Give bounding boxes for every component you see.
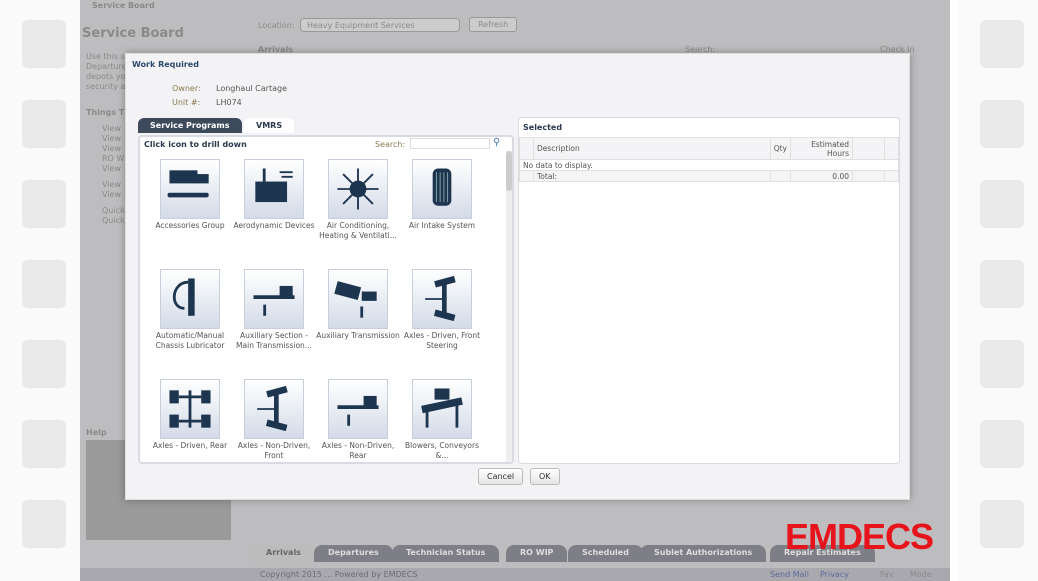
tab-service-programs[interactable]: Service Programs: [138, 118, 242, 133]
vmrs-item[interactable]: Blowers, Conveyors &...: [400, 379, 484, 461]
right-decor-strip: [958, 0, 1038, 581]
vmrs-item[interactable]: Axles - Driven, Rear: [148, 379, 232, 451]
truck-airflow-icon[interactable]: [244, 159, 304, 219]
dump-truck-icon[interactable]: [328, 269, 388, 329]
breadcrumb[interactable]: Service Board: [92, 1, 155, 10]
link[interactable]: View: [102, 124, 125, 134]
vmrs-item-label: Axles - Non-Driven, Rear: [321, 441, 395, 460]
selected-panel: Selected Description Qty Estimated Hours N…: [518, 117, 900, 464]
vmrs-item[interactable]: Air Intake System: [400, 159, 484, 231]
link[interactable]: View: [102, 144, 125, 154]
send-mail-link[interactable]: Send Mail: [770, 570, 809, 579]
vmrs-item-label: Axles - Driven, Front Steering: [403, 331, 481, 350]
location-value: Heavy Equipment Services: [307, 21, 415, 30]
col-estimated-hours[interactable]: Estimated Hours: [790, 137, 853, 160]
empty-message: No data to display.: [519, 159, 899, 171]
refresh-button[interactable]: Refresh: [469, 17, 518, 32]
vmrs-item[interactable]: Axles - Non-Driven, Rear: [316, 379, 400, 461]
help-title: Help: [86, 428, 107, 437]
left-decor-strip: [0, 0, 80, 581]
vmrs-item-label: Blowers, Conveyors &...: [405, 441, 479, 460]
owner-label: Owner:: [172, 84, 201, 93]
tab-arrivals[interactable]: Arrivals: [252, 545, 315, 562]
vmrs-panel: Click icon to drill down Search: ⚲ Acces…: [138, 135, 514, 464]
col-qty[interactable]: Qty: [769, 137, 792, 160]
search-icon[interactable]: ⚲: [493, 137, 500, 148]
footer-text: Copyright 2015 ... Powered by EMDECS: [260, 570, 418, 579]
dialog-title: Work Required: [132, 60, 199, 69]
link[interactable]: View: [102, 164, 125, 174]
vmrs-item-label: Automatic/Manual Chassis Lubricator: [155, 331, 225, 350]
ok-button[interactable]: OK: [530, 468, 560, 485]
tab-ro-wip[interactable]: RO WIP: [506, 545, 568, 562]
vmrs-item[interactable]: Axles - Driven, Front Steering: [400, 269, 484, 351]
tab-sublet-authorizations[interactable]: Sublet Authorizations: [640, 545, 767, 562]
owner-value: Longhaul Cartage: [216, 84, 287, 93]
tractor-arrow-icon[interactable]: [244, 269, 304, 329]
vmrs-item-label: Auxiliary Section - Main Transmission...: [236, 331, 312, 350]
privacy-link[interactable]: Privacy: [820, 570, 849, 579]
link[interactable]: Quick: [102, 216, 125, 226]
drill-down-hint: Click icon to drill down: [144, 140, 247, 149]
fav-link[interactable]: Fav: [880, 570, 894, 579]
selected-title: Selected: [523, 123, 563, 132]
unit-value: LH074: [216, 98, 242, 107]
col-description[interactable]: Description: [533, 137, 771, 160]
page-title: Service Board: [82, 26, 184, 41]
vmrs-item-label: Accessories Group: [155, 221, 225, 230]
axle-icon[interactable]: [412, 269, 472, 329]
snowflake-sun-icon[interactable]: [328, 159, 388, 219]
link[interactable]: RO W: [102, 154, 125, 164]
total-value: 0.00: [790, 170, 853, 182]
air-filter-icon[interactable]: [412, 159, 472, 219]
vmrs-item-label: Axles - Driven, Rear: [152, 441, 228, 450]
vmrs-item-label: Air Conditioning, Heating & Ventilati...: [319, 221, 397, 240]
axle-icon[interactable]: [244, 379, 304, 439]
link[interactable]: Quick: [102, 206, 125, 216]
work-required-dialog: Work Required Owner: Longhaul Cartage Un…: [125, 53, 910, 500]
vmrs-item[interactable]: Accessories Group: [148, 159, 232, 231]
conveyor-icon[interactable]: [412, 379, 472, 439]
vmrs-item[interactable]: Aerodynamic Devices: [232, 159, 316, 231]
search-input[interactable]: [410, 138, 490, 149]
vmrs-item-label: Axles - Non-Driven, Front: [237, 441, 311, 460]
vmrs-item[interactable]: Auxiliary Transmission: [316, 269, 400, 341]
vmrs-item-label: Air Intake System: [408, 221, 476, 230]
intro-text: Use this s Departure depots yo security a: [86, 52, 127, 91]
tractor-arrow-icon[interactable]: [328, 379, 388, 439]
selected-table: Description Qty Estimated Hours No data to…: [519, 137, 899, 182]
scrollbar[interactable]: [506, 151, 512, 462]
link[interactable]: View: [102, 190, 125, 200]
total-label: Total:: [533, 170, 771, 182]
van-wrench-icon[interactable]: [160, 159, 220, 219]
mode-link[interactable]: Mode: [910, 570, 932, 579]
link[interactable]: View: [102, 134, 125, 144]
location-label: Location:: [258, 21, 295, 30]
unit-label: Unit #:: [172, 98, 201, 107]
vmrs-item-label: Auxiliary Transmission: [316, 331, 400, 340]
link[interactable]: View: [102, 180, 125, 190]
tab-departures[interactable]: Departures: [314, 545, 393, 562]
grease-gun-icon[interactable]: [160, 269, 220, 329]
search-label: Search:: [375, 140, 406, 149]
tab-scheduled[interactable]: Scheduled: [568, 545, 643, 562]
vmrs-item[interactable]: Air Conditioning, Heating & Ventilati...: [316, 159, 400, 241]
vmrs-item[interactable]: Axles - Non-Driven, Front: [232, 379, 316, 461]
things-links: View View View RO W View View View Quick Quick: [102, 124, 125, 226]
things-to-do-title: Things T: [86, 108, 125, 117]
vmrs-item-label: Aerodynamic Devices: [233, 221, 315, 230]
tab-vmrs[interactable]: VMRS: [244, 118, 295, 133]
emdecs-logo: EMDECS: [785, 516, 934, 557]
vmrs-item[interactable]: Automatic/Manual Chassis Lubricator: [148, 269, 232, 351]
axle-chassis-icon[interactable]: [160, 379, 220, 439]
location-select[interactable]: Heavy Equipment Services: [300, 18, 460, 32]
vmrs-item[interactable]: Auxiliary Section - Main Transmission...: [232, 269, 316, 351]
footer: Copyright 2015 ... Powered by EMDECS Sen…: [80, 568, 950, 581]
tab-technician-status[interactable]: Technician Status: [392, 545, 500, 562]
cancel-button[interactable]: Cancel: [478, 468, 524, 485]
